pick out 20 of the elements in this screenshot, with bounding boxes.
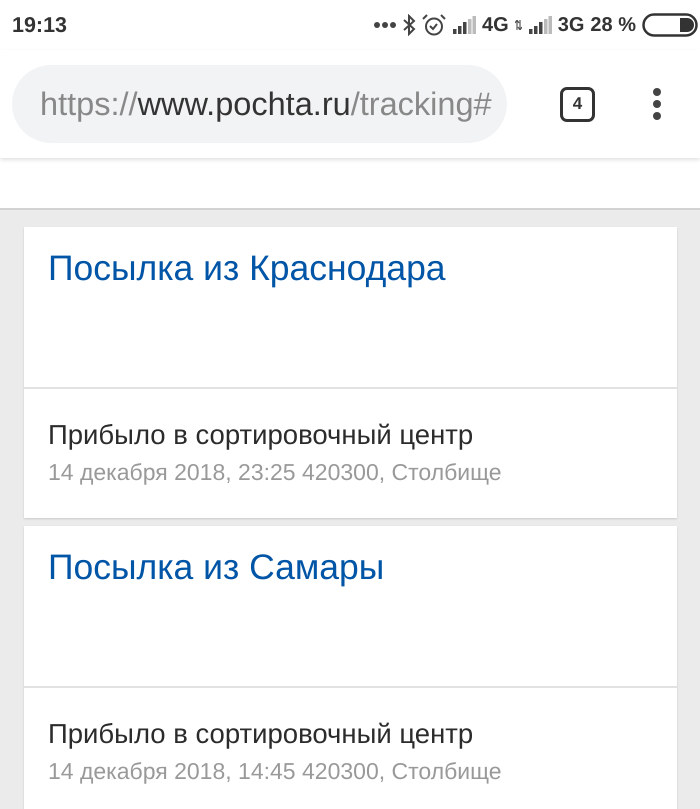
event-details: 14 декабря 2018, 23:25 420300, Столбище (48, 458, 502, 486)
data-arrows-icon (514, 20, 522, 30)
clock-time: 19:13 (12, 13, 67, 37)
menu-icon[interactable] (653, 88, 661, 120)
alarm-clock-icon (422, 14, 446, 36)
tab-count-button[interactable]: 4 (560, 86, 595, 122)
more-dots-icon (374, 22, 396, 28)
event-details: 14 декабря 2018, 14:45 420300, Столбище (48, 757, 502, 785)
network-type: 3G (558, 13, 584, 37)
battery-icon (642, 13, 698, 37)
bluetooth-icon (402, 14, 416, 36)
parcel-title[interactable]: Посылка из Самары (48, 546, 384, 588)
signal-icon (528, 15, 552, 35)
network-type: 4G (482, 13, 509, 37)
status-text: Прибыло в сортировочный центр (48, 419, 474, 451)
parcel-title[interactable]: Посылка из Краснодара (48, 247, 446, 289)
signal-icon (452, 15, 476, 35)
status-text: Прибыло в сортировочный центр (48, 718, 474, 750)
url-field[interactable]: https://www.pochta.ru/tracking# (12, 65, 507, 143)
battery-percent: 28 % (590, 13, 636, 37)
